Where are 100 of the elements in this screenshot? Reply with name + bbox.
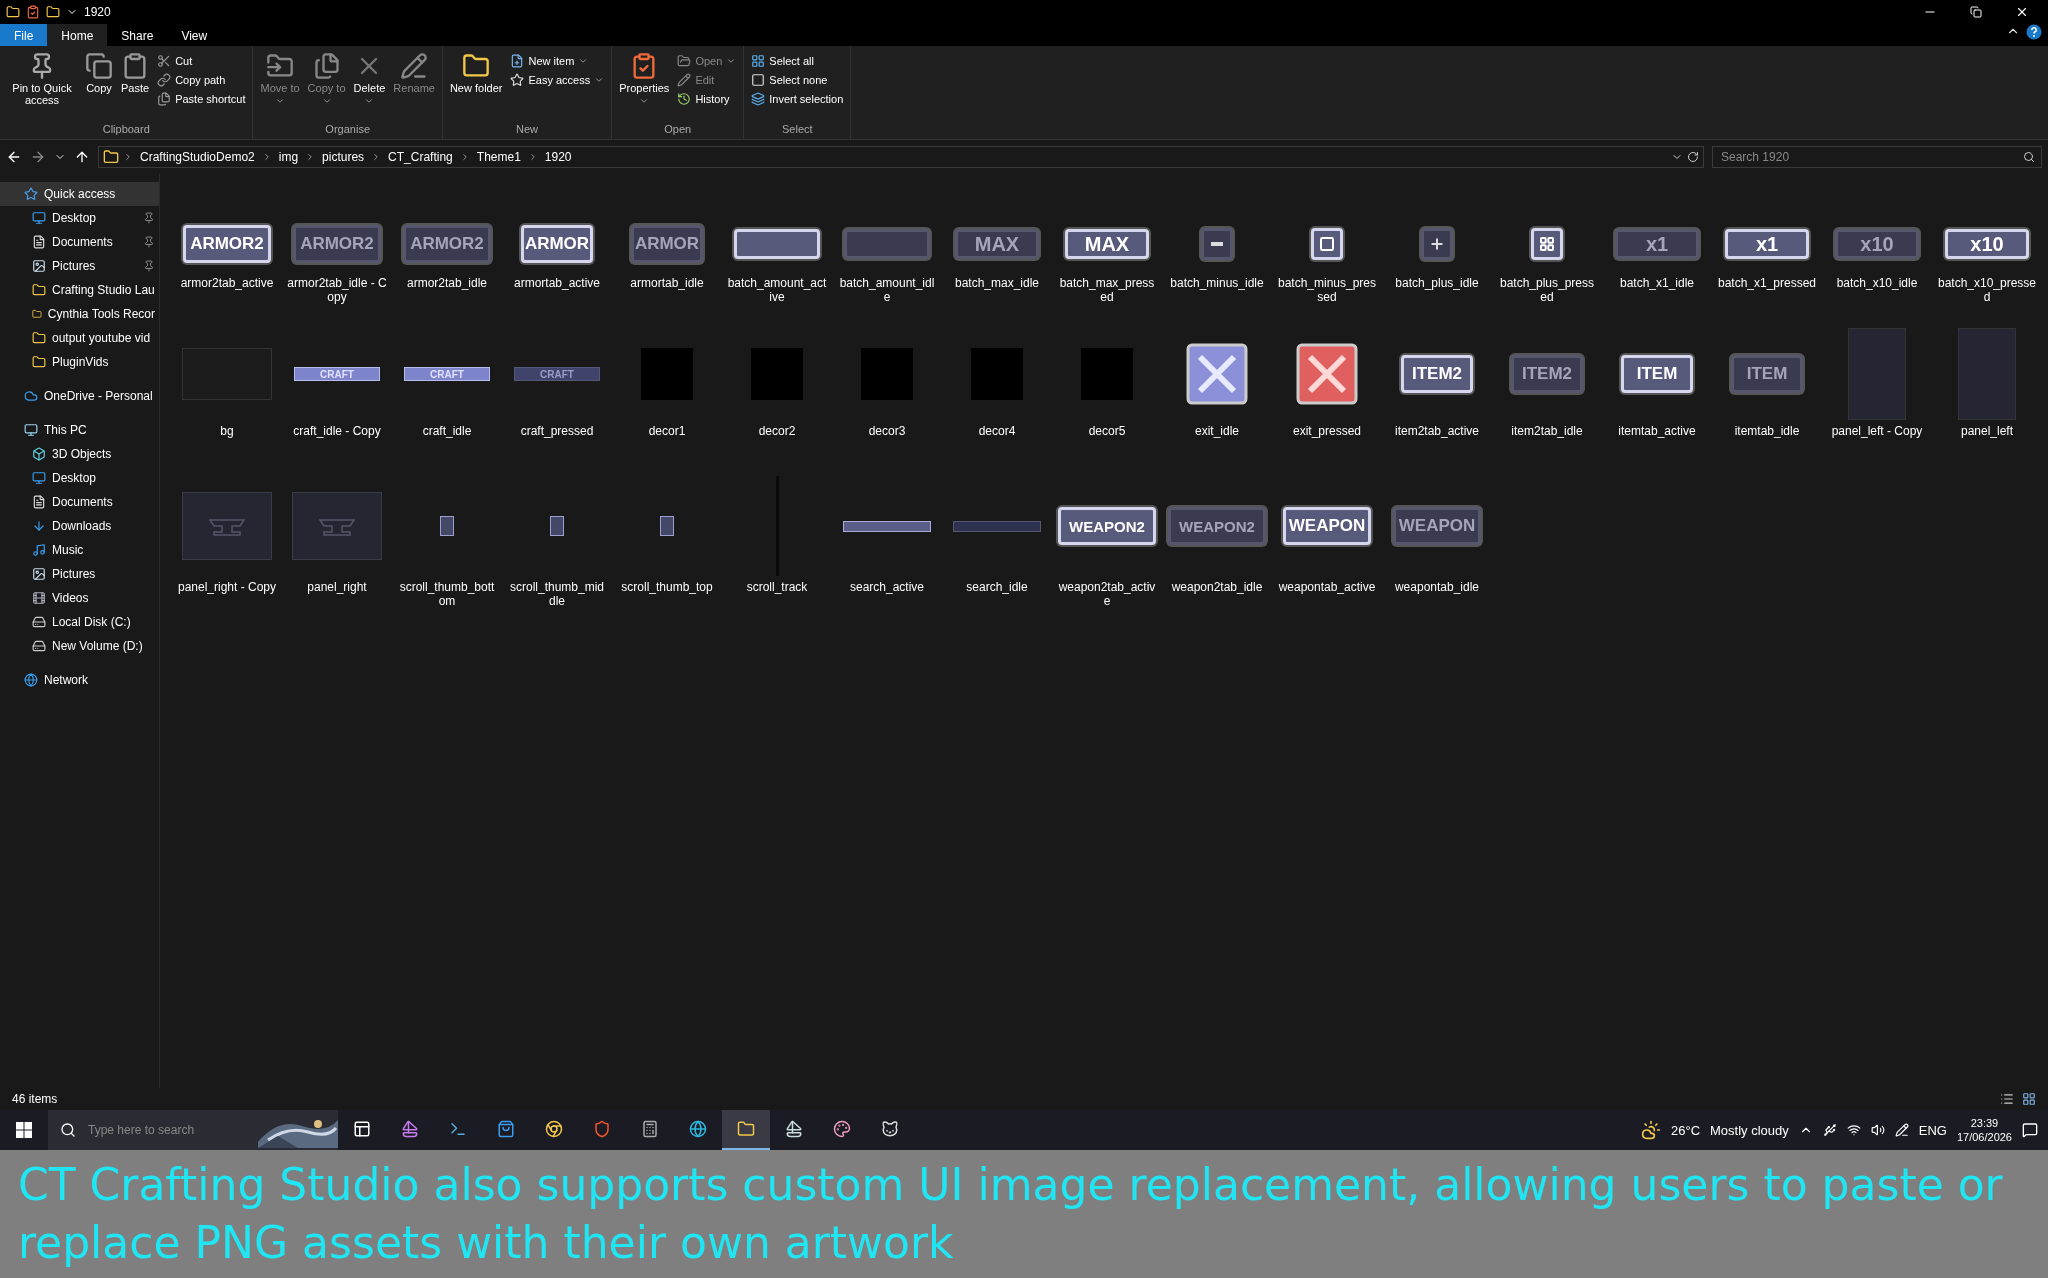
sidebar-item[interactable]: Documents bbox=[0, 490, 159, 514]
ribbon-button[interactable]: Properties bbox=[616, 48, 673, 121]
search-field[interactable]: Search 1920 bbox=[1712, 146, 2042, 168]
sidebar-item[interactable]: OneDrive - Personal bbox=[0, 384, 159, 408]
sidebar-item[interactable]: Downloads bbox=[0, 514, 159, 538]
sidebar-item[interactable]: Local Disk (C:) bbox=[0, 610, 159, 634]
file-name[interactable]: batch_x1_pressed bbox=[1717, 276, 1817, 318]
task-view-icon bbox=[353, 1120, 371, 1138]
file-name[interactable]: itemtab_active bbox=[1607, 424, 1707, 466]
file-name[interactable]: batch_amount_active bbox=[727, 276, 827, 318]
file-name[interactable]: batch_minus_pressed bbox=[1277, 276, 1377, 318]
file-name[interactable]: panel_right bbox=[287, 580, 387, 622]
sidebar-item[interactable]: Crafting Studio Lau bbox=[0, 278, 159, 302]
sidebar-item[interactable]: Pictures bbox=[0, 254, 159, 278]
taskbar-search-field[interactable]: Type here to search bbox=[48, 1110, 338, 1150]
file-name[interactable]: armor2tab_idle - Copy bbox=[287, 276, 387, 318]
file-name[interactable]: item2tab_idle bbox=[1497, 424, 1597, 466]
sidebar-item[interactable]: output youtube vid bbox=[0, 326, 159, 350]
breadcrumb[interactable]: img bbox=[275, 150, 302, 164]
file-name[interactable]: craft_pressed bbox=[507, 424, 607, 466]
file-name[interactable]: search_idle bbox=[947, 580, 1047, 622]
ribbon-button[interactable]: History bbox=[674, 90, 740, 108]
ribbon-tab[interactable]: File bbox=[0, 24, 48, 46]
sidebar-item[interactable]: 3D Objects bbox=[0, 442, 159, 466]
file-name[interactable]: weapon2tab_idle bbox=[1167, 580, 1267, 622]
ribbon-button[interactable]: Easy access bbox=[507, 71, 608, 89]
ribbon-button[interactable]: Paste bbox=[118, 48, 153, 121]
sidebar-item[interactable]: Cynthia Tools Recor bbox=[0, 302, 159, 326]
file-name[interactable]: decor4 bbox=[947, 424, 1047, 466]
sidebar-item[interactable]: Network bbox=[0, 668, 159, 692]
language-indicator[interactable]: ENG bbox=[1918, 1122, 1947, 1138]
ribbon-button[interactable]: Select none bbox=[748, 71, 847, 89]
file-name[interactable]: exit_idle bbox=[1167, 424, 1267, 466]
sidebar-item[interactable]: PluginVids bbox=[0, 350, 159, 374]
file-name[interactable]: item2tab_active bbox=[1387, 424, 1487, 466]
sidebar-item[interactable]: Pictures bbox=[0, 562, 159, 586]
file-name[interactable]: batch_minus_idle bbox=[1167, 276, 1267, 318]
ribbon-button[interactable]: Invert selection bbox=[748, 90, 847, 108]
file-name[interactable]: batch_plus_idle bbox=[1387, 276, 1487, 318]
file-name[interactable]: batch_x1_idle bbox=[1607, 276, 1707, 318]
ribbon-button[interactable]: New folder bbox=[446, 48, 506, 121]
sidebar-item[interactable]: Desktop bbox=[0, 206, 159, 230]
file-name[interactable]: decor2 bbox=[727, 424, 827, 466]
file-name[interactable]: panel_right - Copy bbox=[177, 580, 277, 622]
breadcrumb[interactable]: CT_Crafting bbox=[385, 150, 456, 164]
file-name[interactable]: batch_x10_idle bbox=[1827, 276, 1927, 318]
ribbon-button[interactable]: Paste shortcut bbox=[154, 90, 249, 108]
address-bar[interactable]: CraftingStudioDemo2 img pictures CT_Crafting Theme1 1920 bbox=[98, 146, 1704, 168]
file-name[interactable]: scroll_track bbox=[727, 580, 827, 622]
file-name[interactable]: search_active bbox=[837, 580, 937, 622]
file-name[interactable]: batch_x10_pressed bbox=[1937, 276, 2037, 318]
breadcrumb[interactable]: CraftingStudioDemo2 bbox=[137, 150, 258, 164]
file-name[interactable]: bg bbox=[177, 424, 277, 466]
sidebar-item[interactable]: Desktop bbox=[0, 466, 159, 490]
file-name[interactable]: decor3 bbox=[837, 424, 937, 466]
sidebar-item[interactable]: New Volume (D:) bbox=[0, 634, 159, 658]
file-name[interactable]: batch_max_pressed bbox=[1057, 276, 1157, 318]
file-name[interactable]: weapontab_active bbox=[1277, 580, 1377, 622]
sidebar-item[interactable]: Videos bbox=[0, 586, 159, 610]
up-button[interactable] bbox=[74, 149, 90, 165]
file-name[interactable]: batch_amount_idle bbox=[837, 276, 937, 318]
search-input[interactable]: Search 1920 bbox=[1719, 149, 2023, 165]
sidebar-item[interactable]: Documents bbox=[0, 230, 159, 254]
file-name[interactable]: craft_idle bbox=[397, 424, 497, 466]
file-name[interactable]: decor5 bbox=[1057, 424, 1157, 466]
file-name[interactable]: batch_plus_pressed bbox=[1497, 276, 1597, 318]
file-name[interactable]: armor2tab_idle bbox=[397, 276, 497, 318]
forward-button[interactable] bbox=[30, 149, 46, 165]
file-name[interactable]: exit_pressed bbox=[1277, 424, 1377, 466]
taskbar-search-input[interactable]: Type here to search bbox=[86, 1122, 248, 1138]
file-name[interactable]: armortab_idle bbox=[617, 276, 717, 318]
file-name[interactable]: weapontab_idle bbox=[1387, 580, 1487, 622]
ribbon-button[interactable]: Copy bbox=[82, 48, 116, 121]
file-name[interactable]: batch_max_idle bbox=[947, 276, 1047, 318]
globe-icon bbox=[24, 673, 38, 687]
file-name[interactable]: panel_left - Copy bbox=[1827, 424, 1927, 466]
file-name[interactable]: scroll_thumb_middle bbox=[507, 580, 607, 622]
file-name[interactable]: decor1 bbox=[617, 424, 717, 466]
ribbon-button[interactable]: Cut bbox=[154, 52, 249, 70]
ribbon-tab[interactable]: Home bbox=[47, 24, 108, 46]
file-name[interactable]: panel_left bbox=[1937, 424, 2037, 466]
sidebar-item[interactable]: This PC bbox=[0, 418, 159, 442]
breadcrumb[interactable]: pictures bbox=[319, 150, 368, 164]
file-name[interactable]: itemtab_idle bbox=[1717, 424, 1817, 466]
ribbon-button[interactable]: Delete bbox=[350, 48, 389, 121]
file-name[interactable]: craft_idle - Copy bbox=[287, 424, 387, 466]
breadcrumb[interactable]: 1920 bbox=[541, 150, 575, 164]
ribbon-button[interactable]: Pin to Quick access bbox=[4, 48, 80, 121]
ribbon-button[interactable]: Copy path bbox=[154, 71, 249, 89]
sidebar-item[interactable]: Music bbox=[0, 538, 159, 562]
file-name[interactable]: weapon2tab_active bbox=[1057, 580, 1157, 622]
ribbon-button[interactable]: Select all bbox=[748, 52, 847, 70]
back-button[interactable] bbox=[6, 149, 22, 165]
file-name[interactable]: scroll_thumb_bottom bbox=[397, 580, 497, 622]
breadcrumb[interactable]: Theme1 bbox=[473, 150, 524, 164]
ribbon-button[interactable]: New item bbox=[507, 52, 608, 70]
sidebar-item[interactable]: Quick access bbox=[0, 182, 159, 206]
file-name[interactable]: armortab_active bbox=[507, 276, 607, 318]
file-name[interactable]: scroll_thumb_top bbox=[617, 580, 717, 622]
file-name[interactable]: armor2tab_active bbox=[177, 276, 277, 318]
